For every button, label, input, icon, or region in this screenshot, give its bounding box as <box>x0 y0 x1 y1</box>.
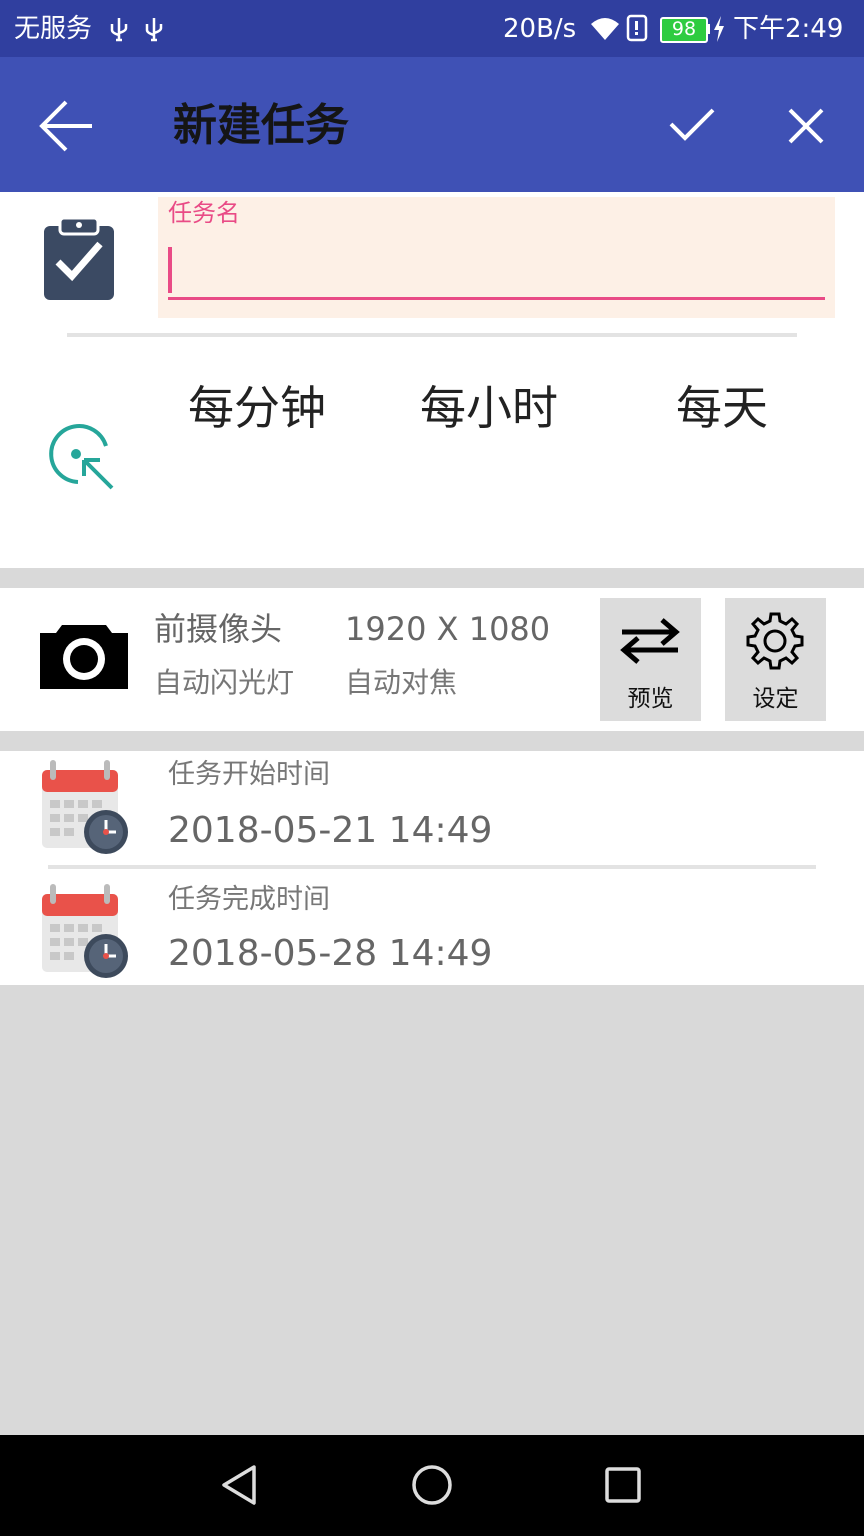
end-time-value: 2018-05-28 14:49 <box>168 933 493 974</box>
battery-tip <box>706 24 710 34</box>
start-time-value: 2018-05-21 14:49 <box>168 810 493 851</box>
app-bar <box>0 57 864 192</box>
focus-mode: 自动对焦 <box>345 666 458 699</box>
camera-name: 前摄像头 <box>154 610 283 648</box>
check-icon[interactable] <box>668 106 716 144</box>
battery-level: 98 <box>671 18 697 40</box>
task-name-label: 任务名 <box>168 199 240 227</box>
divider <box>67 333 797 337</box>
close-icon[interactable] <box>786 106 826 146</box>
nav-back-icon[interactable] <box>218 1463 262 1507</box>
page-title: 新建任务 <box>173 100 349 151</box>
charging-icon <box>714 16 724 42</box>
settings-label: 设定 <box>752 686 799 712</box>
start-time-label: 任务开始时间 <box>168 759 330 790</box>
calendar-clock-icon <box>42 884 128 978</box>
wifi-icon <box>591 18 619 40</box>
calendar-clock-icon <box>42 760 128 854</box>
clock-text: 下午2:49 <box>733 14 844 44</box>
settings-button[interactable]: 设定 <box>725 598 826 721</box>
freq-option-day[interactable]: 每天 <box>676 378 768 438</box>
nav-recents-icon[interactable] <box>602 1465 646 1505</box>
gear-icon <box>746 612 804 670</box>
task-name-input[interactable] <box>168 240 818 292</box>
usb-icons <box>110 18 163 42</box>
status-bar: 无服务 20B/s 98 下午2:49 <box>0 0 864 57</box>
net-speed-text: 20B/s <box>503 14 577 44</box>
end-time-row[interactable]: 任务完成时间 2018-05-28 14:49 <box>0 874 864 984</box>
system-nav-bar <box>0 1435 864 1536</box>
nav-home-icon[interactable] <box>410 1463 454 1507</box>
start-time-row[interactable]: 任务开始时间 2018-05-21 14:49 <box>0 752 864 864</box>
clipboard-check-icon <box>44 216 114 300</box>
end-time-label: 任务完成时间 <box>168 884 330 915</box>
battery-icon: 98 <box>660 17 708 43</box>
flash-mode: 自动闪光灯 <box>154 666 295 699</box>
sim-icon <box>626 14 648 42</box>
divider <box>48 865 816 869</box>
carrier-text: 无服务 <box>14 14 93 44</box>
swap-arrows-icon <box>620 618 680 664</box>
preview-label: 预览 <box>627 686 674 712</box>
task-name-underline <box>168 297 825 300</box>
freq-option-minute[interactable]: 每分钟 <box>188 378 326 438</box>
camera-icon <box>40 625 128 689</box>
freq-option-hour[interactable]: 每小时 <box>420 378 558 438</box>
back-arrow-icon[interactable] <box>38 98 96 154</box>
interval-cursor-icon <box>49 424 114 490</box>
camera-resolution: 1920 X 1080 <box>345 610 551 648</box>
preview-button[interactable]: 预览 <box>600 598 701 721</box>
text-cursor <box>168 247 172 293</box>
